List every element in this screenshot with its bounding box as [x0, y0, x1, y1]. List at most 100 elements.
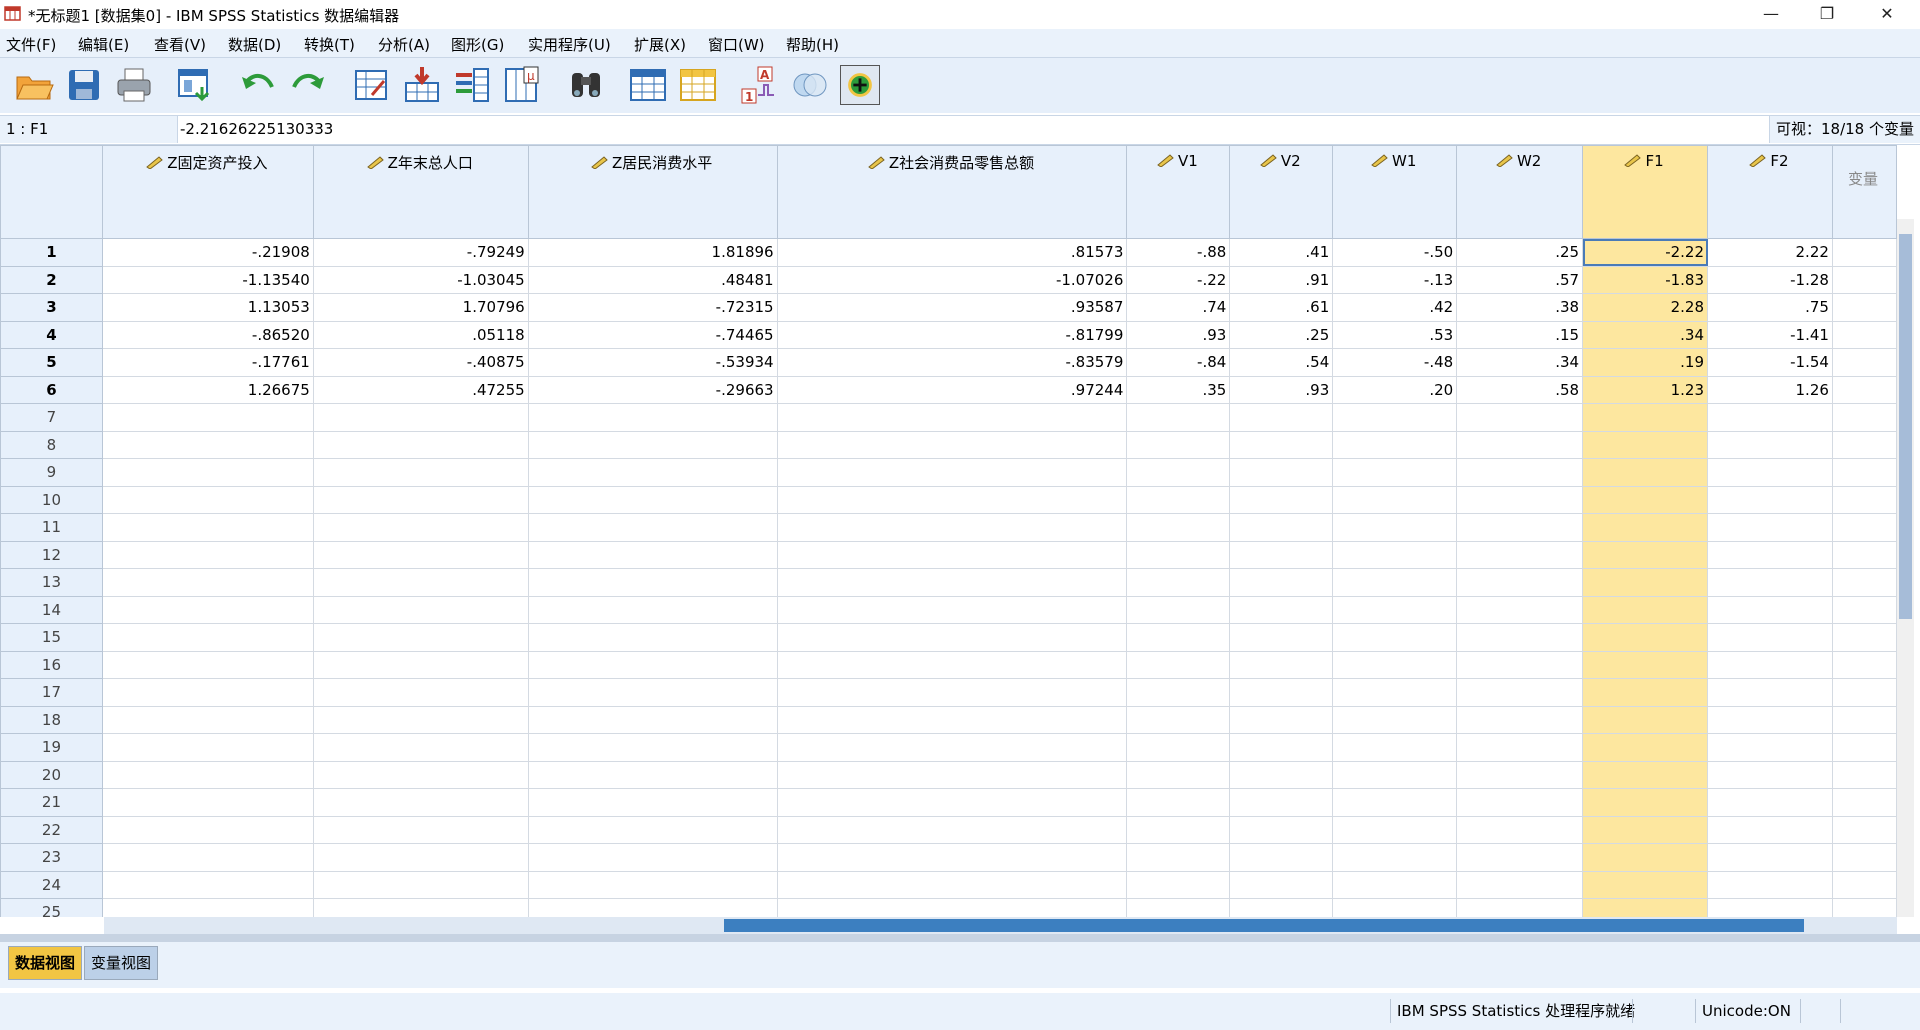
row-header[interactable]: 17	[0, 678, 103, 707]
data-cell[interactable]	[1582, 623, 1709, 652]
data-cell[interactable]	[527, 760, 778, 789]
data-cell[interactable]	[776, 678, 1128, 707]
data-cell[interactable]	[101, 403, 314, 432]
row-header[interactable]: 4	[0, 320, 103, 349]
cell-value-editor[interactable]: -2.21626225130333	[180, 116, 333, 143]
use-sets-icon[interactable]	[790, 65, 830, 105]
data-cell[interactable]	[1229, 595, 1334, 624]
data-cell[interactable]: .93587	[776, 293, 1128, 322]
data-cell[interactable]	[1707, 760, 1833, 789]
data-cell[interactable]	[1582, 705, 1709, 734]
data-cell[interactable]	[527, 898, 778, 917]
data-cell[interactable]	[1456, 678, 1584, 707]
data-cell[interactable]	[1332, 568, 1458, 597]
data-cell[interactable]	[527, 678, 778, 707]
data-cell[interactable]	[1707, 678, 1833, 707]
data-cell[interactable]	[1831, 348, 1897, 377]
row-header[interactable]: 14	[0, 595, 103, 624]
save-icon[interactable]	[64, 65, 104, 105]
data-cell[interactable]	[101, 705, 314, 734]
grid-corner[interactable]	[0, 145, 103, 239]
data-cell[interactable]	[1831, 815, 1897, 844]
data-cell[interactable]	[312, 650, 529, 679]
data-cell[interactable]: .25	[1229, 320, 1334, 349]
data-cell[interactable]	[1229, 760, 1334, 789]
data-cell[interactable]	[1126, 898, 1231, 917]
data-cell[interactable]	[1831, 870, 1897, 899]
data-cell[interactable]	[1831, 678, 1897, 707]
data-cell[interactable]	[1229, 485, 1334, 514]
data-cell[interactable]: -1.28	[1707, 265, 1833, 294]
row-header[interactable]: 1	[0, 238, 103, 267]
data-cell[interactable]: .97244	[776, 375, 1128, 404]
menu-help[interactable]: 帮助(H)	[786, 34, 839, 55]
data-cell[interactable]: .19	[1582, 348, 1709, 377]
data-cell[interactable]	[1582, 678, 1709, 707]
row-header[interactable]: 13	[0, 568, 103, 597]
data-cell[interactable]: -.81799	[776, 320, 1128, 349]
run-descriptives-icon[interactable]: μ	[502, 65, 542, 105]
row-header[interactable]: 18	[0, 705, 103, 734]
data-cell[interactable]	[1456, 623, 1584, 652]
data-cell[interactable]	[1332, 898, 1458, 917]
data-cell[interactable]	[776, 733, 1128, 762]
data-cell[interactable]	[101, 595, 314, 624]
data-cell[interactable]	[1332, 678, 1458, 707]
data-cell[interactable]	[1332, 843, 1458, 872]
data-cell[interactable]	[1229, 733, 1334, 762]
row-header[interactable]: 8	[0, 430, 103, 459]
data-cell[interactable]: -.74465	[527, 320, 778, 349]
data-cell[interactable]	[312, 733, 529, 762]
data-cell[interactable]	[1229, 788, 1334, 817]
data-cell[interactable]	[1582, 870, 1709, 899]
data-cell[interactable]	[776, 898, 1128, 917]
data-cell[interactable]	[1831, 265, 1897, 294]
data-cell[interactable]	[312, 870, 529, 899]
data-cell[interactable]	[1332, 403, 1458, 432]
data-cell[interactable]: -.79249	[312, 238, 529, 267]
row-header[interactable]: 20	[0, 760, 103, 789]
data-cell[interactable]: .15	[1456, 320, 1584, 349]
data-cell[interactable]	[101, 733, 314, 762]
column-header[interactable]: Z居民消费水平	[527, 145, 778, 239]
data-cell[interactable]	[1126, 513, 1231, 542]
data-cell[interactable]	[1831, 320, 1897, 349]
print-icon[interactable]	[114, 65, 154, 105]
data-cell[interactable]	[1456, 595, 1584, 624]
data-cell[interactable]	[1126, 623, 1231, 652]
data-cell[interactable]	[776, 430, 1128, 459]
data-cell[interactable]: -.13	[1332, 265, 1458, 294]
data-cell[interactable]	[1582, 733, 1709, 762]
data-cell[interactable]	[527, 568, 778, 597]
data-cell[interactable]	[1456, 403, 1584, 432]
data-cell[interactable]: -.40875	[312, 348, 529, 377]
data-cell[interactable]	[1707, 870, 1833, 899]
data-cell[interactable]: .53	[1332, 320, 1458, 349]
data-cell[interactable]: 1.81896	[527, 238, 778, 267]
data-cell[interactable]	[527, 403, 778, 432]
data-cell[interactable]: .91	[1229, 265, 1334, 294]
data-cell[interactable]	[101, 898, 314, 917]
column-header[interactable]: F2	[1707, 145, 1833, 239]
tab-variable-view[interactable]: 变量视图	[84, 946, 159, 980]
data-cell[interactable]	[1229, 403, 1334, 432]
data-cell[interactable]	[1332, 485, 1458, 514]
data-cell[interactable]	[1707, 733, 1833, 762]
tab-data-view[interactable]: 数据视图	[8, 946, 83, 980]
column-header[interactable]: Z固定资产投入	[101, 145, 314, 239]
data-cell[interactable]: -1.83	[1582, 265, 1709, 294]
row-header[interactable]: 7	[0, 403, 103, 432]
data-cell[interactable]	[776, 568, 1128, 597]
row-header[interactable]: 25	[0, 898, 103, 917]
data-cell[interactable]	[1126, 760, 1231, 789]
row-header[interactable]: 6	[0, 375, 103, 404]
data-cell[interactable]	[312, 815, 529, 844]
data-cell[interactable]	[1229, 458, 1334, 487]
data-cell[interactable]	[1582, 815, 1709, 844]
data-cell[interactable]	[1126, 678, 1231, 707]
data-cell[interactable]	[1831, 623, 1897, 652]
data-cell[interactable]: 2.28	[1582, 293, 1709, 322]
data-cell[interactable]	[1126, 430, 1231, 459]
data-cell[interactable]	[1456, 815, 1584, 844]
horizontal-scrollbar[interactable]	[104, 917, 1897, 934]
